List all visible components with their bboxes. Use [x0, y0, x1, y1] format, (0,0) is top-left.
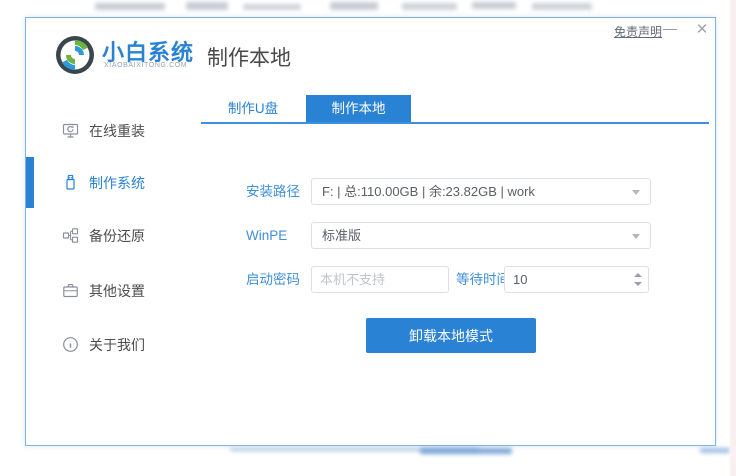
winpe-value: 标准版 [322, 223, 361, 248]
background-smudge [472, 2, 516, 9]
briefcase-icon [62, 282, 79, 299]
winpe-label: WinPE [246, 222, 287, 249]
boot-password-input[interactable] [311, 266, 449, 293]
chevron-down-icon [632, 190, 640, 195]
info-icon [62, 336, 79, 353]
page-title: 制作本地 [207, 42, 291, 72]
app-window: 免责声明 — × 小白系统 XIAOBAIXITONG.COM 制作本地 在线重… [25, 17, 716, 446]
sidebar-item-about-us[interactable]: 关于我们 [62, 333, 192, 357]
background-smudge [186, 2, 228, 10]
stepper-down-icon[interactable] [634, 282, 642, 286]
boot-password-label: 启动密码 [246, 266, 300, 293]
close-button[interactable]: × [690, 18, 714, 42]
sidebar-item-other-settings[interactable]: 其他设置 [62, 279, 192, 303]
winpe-select[interactable]: 标准版 [311, 222, 651, 249]
background-edge-tint [730, 0, 736, 476]
background-smudge [402, 3, 457, 10]
background-smudge [532, 3, 592, 10]
sidebar-item-label: 备份还原 [89, 224, 145, 248]
background-smudge [95, 3, 165, 10]
wait-time-label: 等待时间 [456, 266, 510, 293]
tab-make-usb[interactable]: 制作U盘 [218, 95, 288, 123]
usb-drive-icon [62, 174, 79, 191]
background-smudge [700, 448, 730, 453]
disclaimer-link[interactable]: 免责声明 [614, 23, 662, 40]
chevron-down-icon [632, 234, 640, 239]
sidebar-item-online-reinstall[interactable]: 在线重装 [62, 119, 192, 143]
sidebar-item-label: 制作系统 [89, 171, 145, 195]
wait-time-input[interactable] [504, 266, 649, 293]
number-stepper[interactable] [633, 272, 643, 287]
sidebar-item-label: 关于我们 [89, 333, 145, 357]
brand-domain: XIAOBAIXITONG.COM [104, 62, 187, 69]
monitor-reinstall-icon [62, 122, 79, 139]
minimize-button[interactable]: — [660, 18, 680, 40]
tab-make-local[interactable]: 制作本地 [306, 95, 411, 123]
sidebar-item-label: 其他设置 [89, 279, 145, 303]
sidebar-item-label: 在线重装 [89, 119, 145, 143]
install-path-label: 安装路径 [246, 178, 300, 205]
backup-restore-icon [62, 227, 79, 244]
stepper-up-icon[interactable] [634, 273, 642, 277]
sidebar-item-backup-restore[interactable]: 备份还原 [62, 224, 192, 248]
uninstall-local-mode-button[interactable]: 卸载本地模式 [366, 318, 536, 353]
sidebar-item-make-system[interactable]: 制作系统 [62, 171, 192, 195]
install-path-select[interactable]: F: | 总:110.00GB | 余:23.82GB | work [311, 178, 651, 205]
tab-underline [201, 122, 709, 124]
app-logo-icon [53, 33, 97, 77]
install-path-value: F: | 总:110.00GB | 余:23.82GB | work [322, 179, 535, 204]
background-smudge [330, 2, 378, 10]
background-smudge [243, 4, 301, 10]
sidebar-active-indicator [26, 157, 34, 208]
background-smudge [420, 448, 512, 454]
